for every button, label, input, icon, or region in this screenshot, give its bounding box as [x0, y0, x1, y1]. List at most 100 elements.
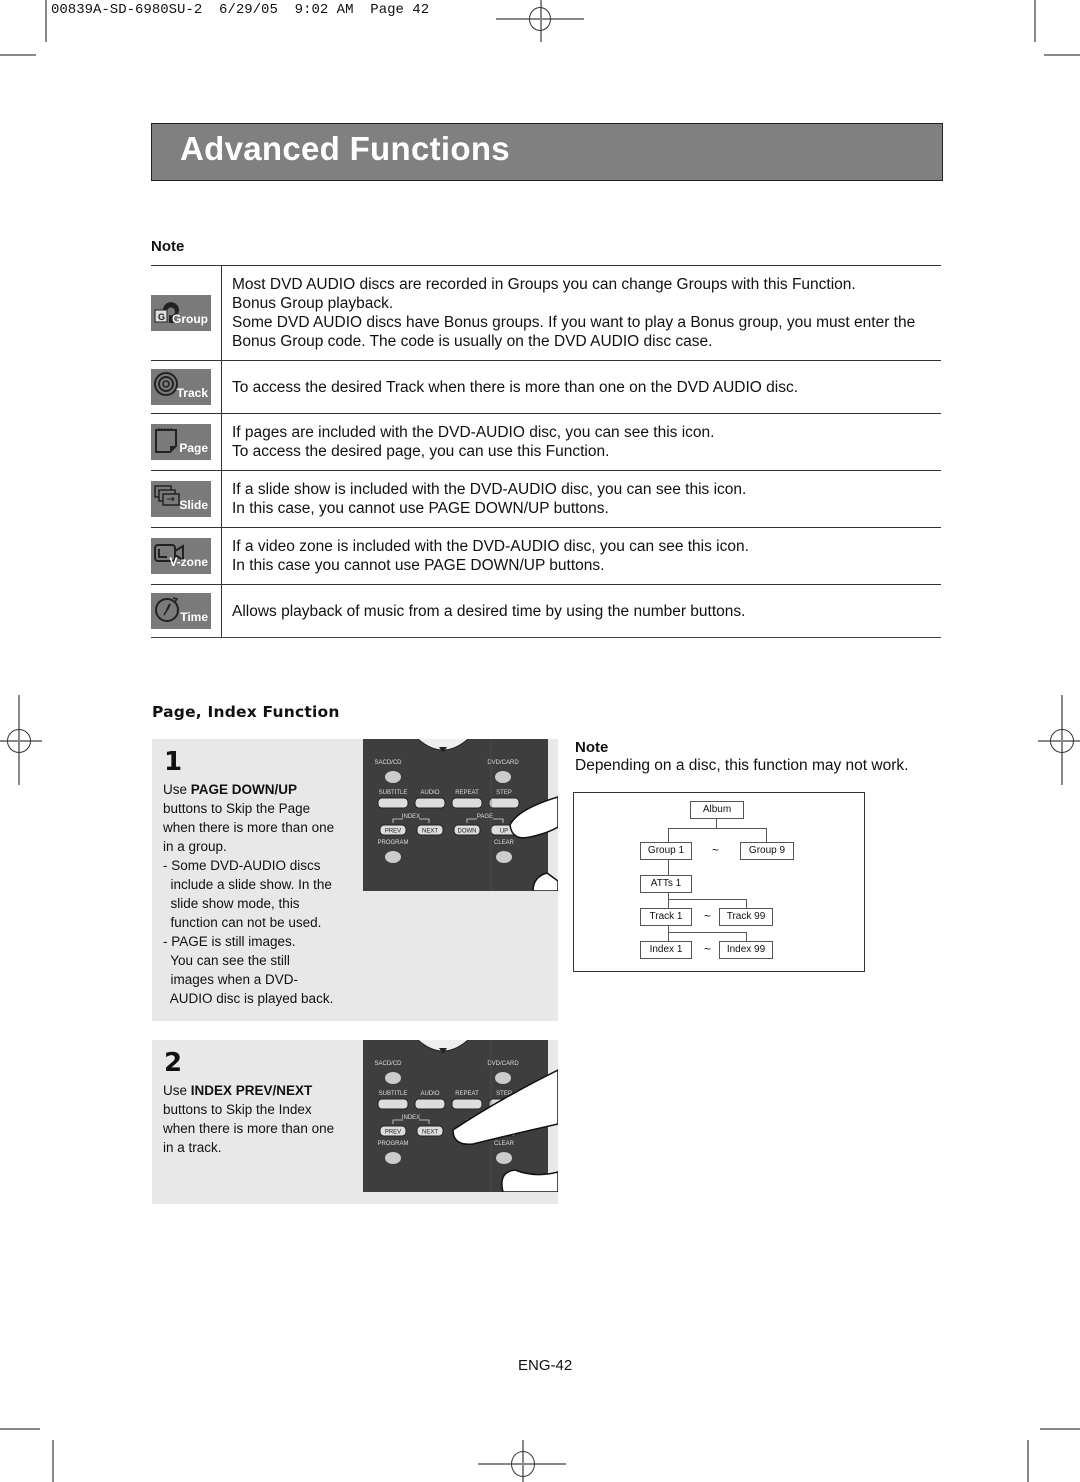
page-title: Advanced Functions: [180, 130, 510, 167]
remote-label: AUDIO: [420, 1091, 439, 1097]
step-instruction-line: buttons to Skip the Index: [163, 1102, 312, 1117]
note-row-page: Page If pages are included with the DVD-A…: [151, 413, 941, 471]
note-line: In this case you cannot use PAGE DOWN/UP…: [232, 557, 605, 574]
step-1-instructions: Use PAGE DOWN/UP buttons to Skip the Page…: [163, 780, 348, 1008]
node-group-last: Group 9: [740, 842, 794, 860]
instruction-prefix: Use: [163, 782, 191, 797]
remote-label: INDEX: [402, 814, 420, 820]
remote-label: CLEAR: [494, 840, 515, 846]
remote-label: SACD/CD: [374, 1061, 402, 1067]
step-instruction-line: in a track.: [163, 1140, 222, 1155]
step-instruction-line: You can see the still: [163, 953, 290, 968]
icon-label: Page: [179, 441, 208, 455]
step-instruction-lead: Use PAGE DOWN/UP: [163, 780, 348, 799]
remote-button: [377, 797, 409, 809]
node-track-first: Track 1: [640, 908, 692, 926]
note-row-v-zone: V-zone If a video zone is included with t…: [151, 527, 941, 585]
svg-text:NEXT: NEXT: [422, 1130, 438, 1136]
svg-text:G: G: [158, 312, 165, 322]
remote-button: [451, 797, 483, 809]
step-number: 2: [164, 1048, 183, 1078]
disc-hierarchy-diagram: Album Group 1 ~ Group 9 ATTs 1 Track 1 ~…: [573, 792, 865, 972]
remote-button: [377, 1098, 409, 1110]
note-text: Depending on a disc, this function may n…: [575, 757, 909, 774]
note-description: If a slide show is included with the DVD…: [221, 470, 941, 528]
note-line: Bonus Group playback.: [232, 295, 394, 312]
remote-label: REPEAT: [455, 1091, 479, 1097]
remote-illustration-page: SACD/CD DVD/CARD SUBTITLE AUDIO REPEAT STEP I…: [363, 739, 558, 891]
range-symbol: ~: [704, 942, 712, 956]
step-instruction-line: buttons to Skip the Page: [163, 801, 311, 816]
note-row-slide: Slide If a slide show is included with th…: [151, 470, 941, 528]
note-line: In this case, you cannot use PAGE DOWN/U…: [232, 500, 609, 517]
slide-icon: Slide: [151, 481, 211, 517]
step-instruction-line: images when a DVD-: [163, 972, 299, 987]
icon-label: Time: [180, 610, 208, 624]
step-instruction-line: function can not be used.: [163, 915, 322, 930]
remote-button: [414, 797, 446, 809]
svg-text:DOWN: DOWN: [458, 829, 477, 835]
note-line: Most DVD AUDIO discs are recorded in Gro…: [232, 276, 856, 293]
group-icon: G Group: [151, 295, 211, 331]
remote-button: [451, 1098, 483, 1110]
step-number: 1: [164, 747, 183, 777]
step-instruction-lead: Use INDEX PREV/NEXT: [163, 1081, 348, 1100]
step-instruction-line: slide show mode, this: [163, 896, 300, 911]
crop-mark: [0, 54, 36, 56]
step-instruction-line: when there is more than one: [163, 1121, 335, 1136]
crop-mark: [1040, 1428, 1080, 1430]
note-line: If a slide show is included with the DVD…: [232, 481, 747, 498]
note-line: To access the desired Track when there i…: [232, 378, 799, 396]
remote-label: PROGRAM: [377, 1141, 408, 1147]
remote-label: REPEAT: [455, 790, 479, 796]
remote-button: [488, 797, 520, 809]
time-icon: Time: [151, 593, 211, 629]
crop-mark: [0, 1428, 40, 1430]
step-instruction-line: - Some DVD-AUDIO discs: [163, 858, 321, 873]
note-line: Some DVD AUDIO discs have Bonus groups. …: [232, 314, 916, 331]
step-2-instructions: Use INDEX PREV/NEXT buttons to Skip the I…: [163, 1081, 348, 1157]
svg-text:PREV: PREV: [385, 829, 401, 835]
instruction-prefix: Use: [163, 1083, 191, 1098]
remote-label: STEP: [496, 790, 512, 796]
node-track-last: Track 99: [719, 908, 773, 926]
video-zone-icon: V-zone: [151, 538, 211, 574]
note-line: If a video zone is included with the DVD…: [232, 538, 749, 555]
node-album: Album: [690, 801, 744, 819]
remote-label: DVD/CARD: [487, 1061, 519, 1067]
remote-label: PROGRAM: [377, 840, 408, 846]
node-index-last: Index 99: [719, 941, 773, 959]
svg-text:PREV: PREV: [385, 1130, 401, 1136]
remote-illustration-index: SACD/CD DVD/CARD SUBTITLE AUDIO REPEAT STEP I…: [363, 1040, 558, 1192]
crop-mark: [1027, 1440, 1029, 1482]
step-1-panel: 1 Use PAGE DOWN/UP buttons to Skip the Pa…: [152, 739, 558, 1021]
note-line: If pages are included with the DVD-AUDIO…: [232, 424, 715, 441]
icon-notes-table: G Group Most DVD AUDIO discs are recorded …: [151, 265, 941, 638]
step-2-panel: 2 Use INDEX PREV/NEXT buttons to Skip the…: [152, 1040, 558, 1204]
note-description: Most DVD AUDIO discs are recorded in Gro…: [221, 265, 941, 361]
button-name: INDEX PREV/NEXT: [190, 1083, 313, 1098]
remote-label: CLEAR: [494, 1141, 515, 1147]
crop-mark: [45, 0, 47, 42]
button-name: PAGE DOWN/UP: [190, 782, 298, 797]
range-symbol: ~: [704, 909, 712, 923]
note-row-time: Time Allows playback of music from a desi…: [151, 584, 941, 638]
crop-mark: [1034, 0, 1036, 42]
range-symbol: ~: [712, 843, 720, 857]
track-icon: Track: [151, 369, 211, 405]
step-instruction-line: AUDIO disc is played back.: [163, 991, 334, 1006]
svg-text:UP: UP: [500, 829, 508, 835]
registration-mark: [1050, 729, 1074, 753]
icon-label: Group: [172, 312, 208, 326]
note-row-track: Track To access the desired Track when th…: [151, 360, 941, 414]
note-line: Bonus Group code. The code is usually on…: [232, 333, 713, 350]
crop-mark: [52, 1440, 54, 1482]
step-instruction-line: in a group.: [163, 839, 227, 854]
step-instruction-line: - PAGE is still images.: [163, 934, 296, 949]
note-title: Note: [151, 238, 185, 255]
remote-label: SACD/CD: [374, 760, 402, 766]
registration-mark: [511, 1451, 535, 1477]
note-title: Note: [575, 739, 609, 756]
icon-label: V-zone: [169, 555, 208, 569]
crop-mark: [1044, 54, 1080, 56]
